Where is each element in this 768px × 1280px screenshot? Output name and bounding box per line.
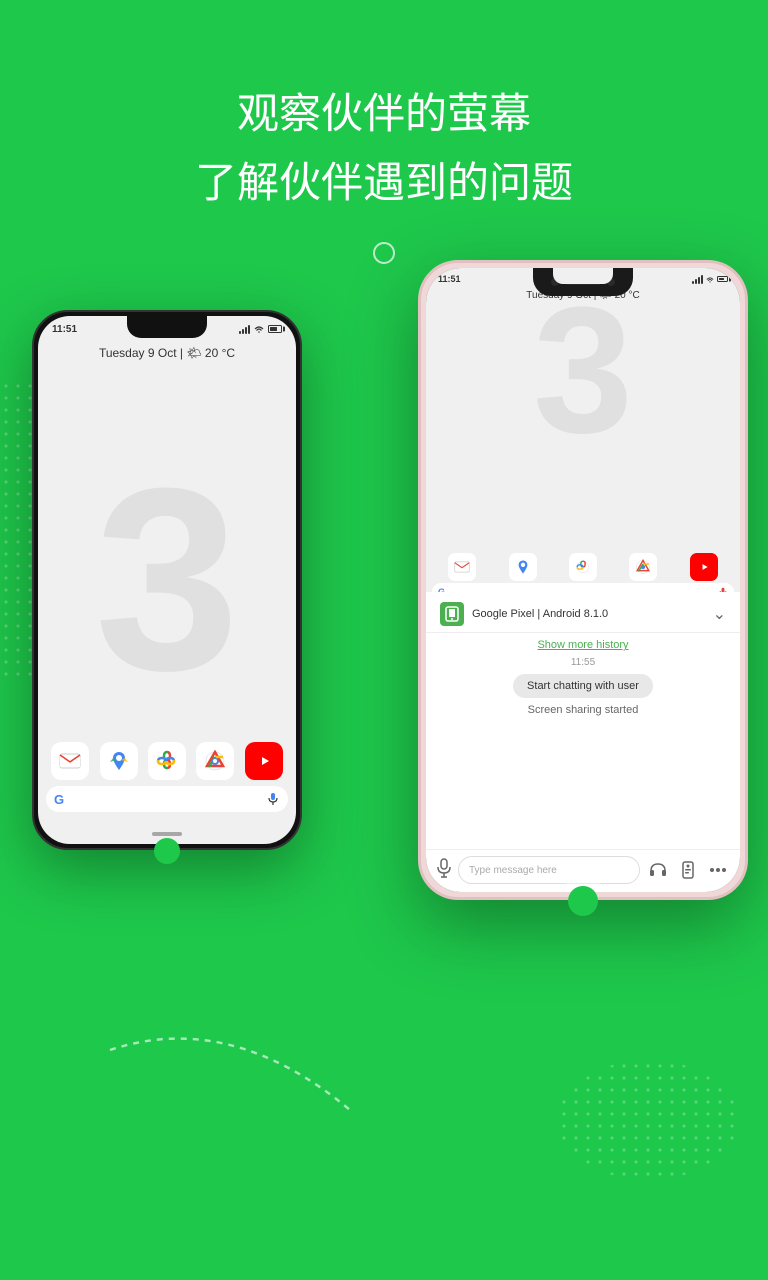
app-icons-left xyxy=(46,742,288,780)
mirrored-screen: 11:51 xyxy=(426,268,740,611)
mic-button[interactable] xyxy=(436,858,452,883)
message-input[interactable]: Type message here xyxy=(458,856,640,884)
phone-left: 11:51 xyxy=(32,310,302,850)
remote-control-icon[interactable] xyxy=(676,858,700,882)
dots-decoration-bottom xyxy=(558,1060,738,1180)
time-left: 11:51 xyxy=(52,324,77,335)
inner-big-number: 3 xyxy=(533,281,633,461)
chat-timestamp: 11:55 xyxy=(571,657,595,668)
title-line2: 了解伙伴遇到的问题 xyxy=(0,149,768,210)
app-icon-gmail[interactable] xyxy=(51,742,89,780)
inner-icon-chrome xyxy=(629,553,657,581)
input-placeholder: Type message here xyxy=(469,865,557,876)
background: 观察伙伴的萤幕 了解伙伴遇到的问题 11:51 xyxy=(0,0,768,1280)
status-icons-left xyxy=(239,324,282,334)
device-info: Google Pixel | Android 8.1.0 xyxy=(472,608,608,620)
datetime-left: Tuesday 9 Oct | 🌤 20 °C xyxy=(38,346,296,360)
inner-notch xyxy=(553,268,613,284)
home-indicator-right xyxy=(565,880,601,884)
circle-decoration xyxy=(373,242,395,264)
chat-panel: Google Pixel | Android 8.1.0 ⌄ Show more… xyxy=(426,592,740,892)
chat-header: Google Pixel | Android 8.1.0 ⌄ xyxy=(426,592,740,633)
device-icon xyxy=(440,602,464,626)
google-search-bar-left[interactable]: G xyxy=(46,786,288,812)
app-icon-youtube[interactable] xyxy=(245,742,283,780)
inner-time: 11:51 xyxy=(438,274,461,284)
vol-btn-3[interactable] xyxy=(746,463,748,491)
inner-icon-gmail xyxy=(448,553,476,581)
app-icon-maps[interactable] xyxy=(100,742,138,780)
inner-icon-maps xyxy=(509,553,537,581)
power-btn[interactable] xyxy=(418,403,420,453)
vol-btn-2[interactable] xyxy=(746,423,748,451)
app-icon-photos[interactable] xyxy=(148,742,186,780)
more-options-icon[interactable] xyxy=(706,858,730,882)
page-title: 观察伙伴的萤幕 了解伙伴遇到的问题 xyxy=(0,80,768,210)
chat-bubble-start: Start chatting with user xyxy=(513,674,653,698)
inner-app-icons xyxy=(432,553,734,581)
home-button-left[interactable] xyxy=(154,838,180,864)
inner-icon-youtube xyxy=(690,553,718,581)
big-number-left: 3 xyxy=(95,450,240,710)
chat-header-left: Google Pixel | Android 8.1.0 xyxy=(440,602,608,626)
google-g-left: G xyxy=(54,792,64,807)
app-icon-chrome[interactable] xyxy=(196,742,234,780)
screen-sharing-msg: Screen sharing started xyxy=(528,704,639,716)
phone-right: 11:51 xyxy=(418,260,748,900)
headset-icon[interactable] xyxy=(646,858,670,882)
curved-dashed-line xyxy=(100,1030,360,1150)
inner-icon-photos xyxy=(569,553,597,581)
title-line1: 观察伙伴的萤幕 xyxy=(0,80,768,141)
vol-btn-1[interactable] xyxy=(746,383,748,411)
home-indicator-left xyxy=(152,832,182,836)
notch-left xyxy=(127,316,207,338)
home-button-right[interactable] xyxy=(568,886,598,916)
google-mic-icon-left xyxy=(266,792,280,806)
show-history-link[interactable]: Show more history xyxy=(537,639,628,651)
chevron-down-icon[interactable]: ⌄ xyxy=(713,604,726,624)
chat-body: Show more history 11:55 Start chatting w… xyxy=(426,633,740,849)
